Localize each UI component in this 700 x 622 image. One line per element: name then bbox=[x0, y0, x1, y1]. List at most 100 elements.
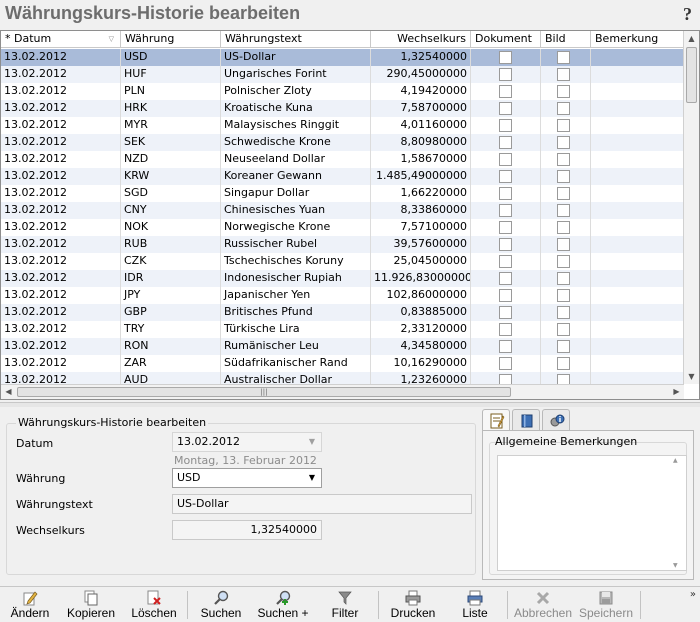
bild-checkbox[interactable] bbox=[557, 136, 570, 149]
table-row[interactable]: 13.02.2012 USD US-Dollar 1,32540000 bbox=[1, 49, 684, 66]
dokument-checkbox[interactable] bbox=[499, 136, 512, 149]
cell-datum: 13.02.2012 bbox=[1, 168, 121, 185]
bild-checkbox[interactable] bbox=[557, 51, 570, 64]
table-row[interactable]: 13.02.2012 NZD Neuseeland Dollar 1,58670000 bbox=[1, 151, 684, 168]
column-header-datum[interactable]: * Datum ▽ bbox=[1, 31, 121, 48]
scroll-down-icon[interactable]: ▼ bbox=[673, 562, 678, 569]
table-row[interactable]: 13.02.2012 MYR Malaysisches Ringgit 4,01160… bbox=[1, 117, 684, 134]
column-header-waehrung[interactable]: Währung bbox=[121, 31, 221, 48]
notes-scrollbar[interactable]: ▲ ▼ bbox=[673, 457, 681, 569]
dokument-checkbox[interactable] bbox=[499, 204, 512, 217]
horizontal-scroll-thumb[interactable]: ||| bbox=[17, 387, 511, 397]
speichern-button[interactable]: Speichern bbox=[576, 587, 636, 622]
datum-field[interactable]: 13.02.2012 ▼ bbox=[172, 432, 322, 452]
dokument-checkbox[interactable] bbox=[499, 221, 512, 234]
table-row[interactable]: 13.02.2012 KRW Koreaner Gewann 1.485,490000… bbox=[1, 168, 684, 185]
drucken-button[interactable]: Drucken bbox=[386, 587, 440, 622]
notes-textarea[interactable] bbox=[497, 455, 687, 571]
dokument-checkbox[interactable] bbox=[499, 238, 512, 251]
table-row[interactable]: 13.02.2012 RUB Russischer Rubel 39,57600000 bbox=[1, 236, 684, 253]
filter-button[interactable]: Filter bbox=[322, 587, 368, 622]
dokument-checkbox[interactable] bbox=[499, 153, 512, 166]
dokument-checkbox[interactable] bbox=[499, 272, 512, 285]
help-icon[interactable]: ? bbox=[683, 4, 692, 25]
scroll-left-icon[interactable]: ◀ bbox=[1, 385, 16, 399]
table-row[interactable]: 13.02.2012 HUF Ungarisches Forint 290,45000… bbox=[1, 66, 684, 83]
dokument-checkbox[interactable] bbox=[499, 323, 512, 336]
table-row[interactable]: 13.02.2012 SGD Singapur Dollar 1,66220000 bbox=[1, 185, 684, 202]
bild-checkbox[interactable] bbox=[557, 238, 570, 251]
currency-history-grid[interactable]: * Datum ▽ Währung Währungstext Wechselku… bbox=[0, 30, 700, 400]
vertical-scroll-thumb[interactable] bbox=[686, 47, 697, 103]
dokument-checkbox[interactable] bbox=[499, 289, 512, 302]
column-header-bemerkung[interactable]: Bemerkung bbox=[591, 31, 684, 48]
dokument-checkbox[interactable] bbox=[499, 51, 512, 64]
bild-checkbox[interactable] bbox=[557, 85, 570, 98]
dokument-checkbox[interactable] bbox=[499, 357, 512, 370]
panel-splitter[interactable] bbox=[0, 402, 700, 407]
scroll-up-icon[interactable]: ▲ bbox=[673, 457, 678, 464]
bild-checkbox[interactable] bbox=[557, 306, 570, 319]
table-row[interactable]: 13.02.2012 CNY Chinesisches Yuan 8,33860000 bbox=[1, 202, 684, 219]
table-row[interactable]: 13.02.2012 TRY Türkische Lira 2,33120000 bbox=[1, 321, 684, 338]
table-row[interactable]: 13.02.2012 ZAR Südafrikanischer Rand 10,162… bbox=[1, 355, 684, 372]
liste-button[interactable]: Liste bbox=[450, 587, 500, 622]
dokument-checkbox[interactable] bbox=[499, 340, 512, 353]
wechselkurs-field[interactable]: 1,32540000 bbox=[172, 520, 322, 540]
bild-checkbox[interactable] bbox=[557, 272, 570, 285]
table-row[interactable]: 13.02.2012 NOK Norwegische Krone 7,57100000 bbox=[1, 219, 684, 236]
vertical-scrollbar[interactable]: ▲ ▼ bbox=[683, 31, 699, 384]
table-row[interactable]: 13.02.2012 CZK Tschechisches Koruny 25,0450… bbox=[1, 253, 684, 270]
table-row[interactable]: 13.02.2012 IDR Indonesischer Rupiah 11.926,… bbox=[1, 270, 684, 287]
table-row[interactable]: 13.02.2012 GBP Britisches Pfund 0,83885000 bbox=[1, 304, 684, 321]
bild-checkbox[interactable] bbox=[557, 255, 570, 268]
cell-waehrung: USD bbox=[121, 49, 221, 66]
chevron-down-icon[interactable]: ▼ bbox=[305, 469, 319, 487]
dokument-checkbox[interactable] bbox=[499, 119, 512, 132]
bild-checkbox[interactable] bbox=[557, 153, 570, 166]
bild-checkbox[interactable] bbox=[557, 119, 570, 132]
suchen-button[interactable]: Suchen bbox=[194, 587, 248, 622]
dokument-checkbox[interactable] bbox=[499, 68, 512, 81]
bild-checkbox[interactable] bbox=[557, 204, 570, 217]
dokument-checkbox[interactable] bbox=[499, 102, 512, 115]
bild-checkbox[interactable] bbox=[557, 68, 570, 81]
waehrungstext-field[interactable]: US-Dollar bbox=[172, 494, 472, 514]
tab-documents[interactable] bbox=[512, 409, 540, 431]
aendern-button[interactable]: Ändern bbox=[4, 587, 56, 622]
table-row[interactable]: 13.02.2012 PLN Polnischer Zloty 4,19420000 bbox=[1, 83, 684, 100]
column-header-waehrungstext[interactable]: Währungstext bbox=[221, 31, 371, 48]
column-header-dokument[interactable]: Dokument bbox=[471, 31, 541, 48]
table-row[interactable]: 13.02.2012 HRK Kroatische Kuna 7,58700000 bbox=[1, 100, 684, 117]
dokument-checkbox[interactable] bbox=[499, 255, 512, 268]
scroll-up-icon[interactable]: ▲ bbox=[684, 31, 699, 46]
abbrechen-button[interactable]: Abbrechen bbox=[512, 587, 574, 622]
kopieren-button[interactable]: Kopieren bbox=[62, 587, 120, 622]
bild-checkbox[interactable] bbox=[557, 357, 570, 370]
bild-checkbox[interactable] bbox=[557, 289, 570, 302]
tab-notes[interactable] bbox=[482, 409, 510, 432]
horizontal-scrollbar[interactable]: ◀ ||| ▶ bbox=[1, 384, 684, 399]
dokument-checkbox[interactable] bbox=[499, 85, 512, 98]
column-header-wechselkurs[interactable]: Wechselkurs bbox=[371, 31, 471, 48]
table-row[interactable]: 13.02.2012 SEK Schwedische Krone 8,80980000 bbox=[1, 134, 684, 151]
tab-info[interactable] bbox=[542, 409, 570, 431]
suchen-plus-button[interactable]: Suchen + bbox=[252, 587, 314, 622]
bild-checkbox[interactable] bbox=[557, 221, 570, 234]
bild-checkbox[interactable] bbox=[557, 102, 570, 115]
bild-checkbox[interactable] bbox=[557, 170, 570, 183]
column-header-bild[interactable]: Bild bbox=[541, 31, 591, 48]
bild-checkbox[interactable] bbox=[557, 323, 570, 336]
dokument-checkbox[interactable] bbox=[499, 170, 512, 183]
bild-checkbox[interactable] bbox=[557, 340, 570, 353]
dokument-checkbox[interactable] bbox=[499, 306, 512, 319]
scroll-right-icon[interactable]: ▶ bbox=[669, 385, 684, 399]
table-row[interactable]: 13.02.2012 JPY Japanischer Yen 102,86000000 bbox=[1, 287, 684, 304]
dokument-checkbox[interactable] bbox=[499, 187, 512, 200]
waehrung-select[interactable]: USD ▼ bbox=[172, 468, 322, 488]
loeschen-button[interactable]: Löschen bbox=[126, 587, 182, 622]
table-row[interactable]: 13.02.2012 RON Rumänischer Leu 4,34580000 bbox=[1, 338, 684, 355]
bild-checkbox[interactable] bbox=[557, 187, 570, 200]
scroll-down-icon[interactable]: ▼ bbox=[684, 369, 699, 384]
overflow-chevron-icon[interactable]: » bbox=[690, 589, 696, 600]
